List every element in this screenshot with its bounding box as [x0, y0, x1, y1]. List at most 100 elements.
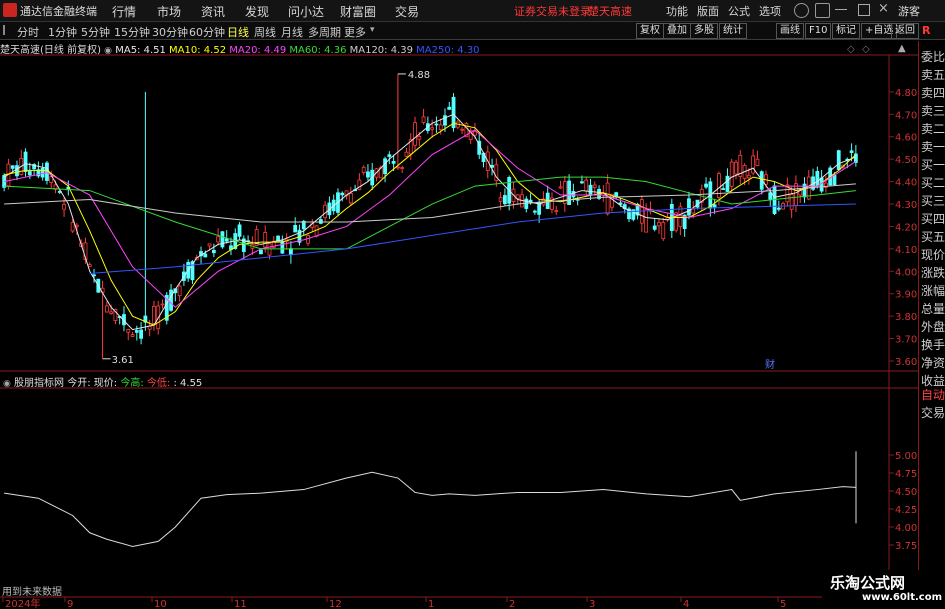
sidebar-item-4[interactable]: 卖二: [921, 120, 945, 137]
candle-body: [318, 219, 323, 224]
price-tick-label: 3.70: [895, 335, 917, 346]
candle-body: [691, 208, 696, 214]
candle-body: [383, 158, 387, 175]
candle-body: [366, 171, 370, 178]
candle-body: [104, 305, 109, 313]
candle-body: [134, 330, 139, 333]
x-tick-label: 11: [234, 599, 247, 609]
candle-body: [849, 150, 854, 153]
candle-body: [528, 199, 533, 203]
candle-body: [177, 285, 182, 297]
candle-body: [220, 231, 225, 248]
candle-body: [588, 184, 593, 196]
sidebar-item-17[interactable]: 净资: [921, 354, 945, 371]
sub-field-2: 今高:: [120, 378, 147, 389]
candle-body: [224, 238, 229, 242]
candle-body: [15, 165, 19, 177]
ma5-line: [3, 113, 857, 331]
candle-body: [130, 334, 135, 337]
sidebar-item-5[interactable]: 卖一: [921, 138, 945, 155]
sidebar-item-0[interactable]: 委比: [921, 48, 945, 65]
watermark-url: www.60lt.com: [862, 592, 943, 603]
sidebar-item-11[interactable]: 现价: [921, 246, 945, 263]
candle-body: [815, 171, 820, 186]
candle-body: [434, 123, 439, 126]
sub-tick-label: 4.75: [895, 469, 917, 480]
sidebar-item-14[interactable]: 总量: [921, 300, 945, 317]
candle-body: [746, 174, 751, 179]
candle-body: [237, 224, 242, 237]
sub-settings-icon[interactable]: ◉: [3, 379, 11, 389]
kline-chart[interactable]: 4.88 3.61 财 4.80 4.70 4.60 4.50 4.40 4.30 4.20 4.…: [0, 0, 918, 609]
price-tick-label: 4.40: [895, 178, 917, 189]
candle-body: [323, 204, 328, 219]
price-tick-label: 4.10: [895, 245, 917, 256]
price-tick-label: 4.50: [895, 155, 917, 166]
x-tick-label: 1: [428, 599, 434, 609]
sub-tick-label: 5.00: [895, 451, 917, 462]
sidebar-item-1[interactable]: 卖五: [921, 66, 945, 83]
price-tick-label: 3.60: [895, 357, 917, 368]
candle-body: [580, 181, 584, 184]
x-tick-label: 10: [154, 599, 167, 609]
x-tick-label: 9: [67, 599, 73, 609]
sidebar-item-3[interactable]: 卖三: [921, 102, 945, 119]
candle-body: [460, 128, 465, 131]
sidebar-item-2[interactable]: 卖四: [921, 84, 945, 101]
candle-body: [400, 167, 405, 170]
sidebar-item-6[interactable]: 买一: [921, 156, 945, 173]
price-tick-label: 4.70: [895, 110, 917, 121]
sidebar-item-7[interactable]: 买二: [921, 174, 945, 191]
sidebar-item-15[interactable]: 外盘: [921, 318, 945, 335]
price-tick-label: 4.30: [895, 200, 917, 211]
candle-body: [687, 198, 691, 216]
sidebar-item-10[interactable]: 买五: [921, 228, 945, 245]
finance-event-marker[interactable]: 财: [765, 358, 775, 371]
candle-body: [421, 116, 426, 123]
candle-body: [721, 188, 726, 191]
sub-field-4: : 4.55: [173, 378, 203, 389]
sidebar-bottom-0[interactable]: 自动: [921, 386, 945, 403]
sidebar-bottom-1[interactable]: 交易: [921, 404, 945, 421]
candle-body: [554, 210, 559, 213]
candle-body: [836, 150, 841, 170]
candle-body: [23, 151, 28, 172]
candle-body: [661, 222, 666, 240]
sidebar-item-9[interactable]: 买四: [921, 210, 945, 227]
candle-body: [755, 158, 760, 166]
price-tick-label: 4.20: [895, 222, 917, 233]
sub-field-3: 今低:: [146, 378, 174, 389]
x-tick-label: 12: [329, 599, 342, 609]
price-tick-label: 3.80: [895, 312, 917, 323]
sub-tick-label: 4.00: [895, 523, 917, 534]
sidebar-item-12[interactable]: 涨跌: [921, 264, 945, 281]
x-tick-label: 2: [509, 599, 515, 609]
candle-body: [704, 183, 708, 188]
candle-body: [92, 274, 96, 277]
candle-body: [169, 289, 173, 311]
candle-body: [216, 236, 221, 243]
ma20-line: [4, 129, 857, 308]
sidebar-item-8[interactable]: 买三: [921, 192, 945, 209]
candle-body: [27, 171, 32, 176]
sidebar-item-16[interactable]: 换手: [921, 336, 945, 353]
candle-body: [430, 127, 435, 130]
sidebar-item-13[interactable]: 涨幅: [921, 282, 945, 299]
candle-body: [473, 131, 477, 136]
future-data-note: 用到未来数据: [2, 587, 62, 598]
candle-body: [87, 264, 92, 267]
candle-body: [447, 106, 452, 110]
x-tick-label: 2024年: [5, 597, 40, 609]
candle-body: [70, 222, 75, 232]
candle-body: [387, 154, 392, 157]
candle-body: [498, 197, 503, 202]
sub-field-1: 现价:: [93, 378, 121, 389]
candle-body: [417, 136, 422, 140]
candle-body: [340, 192, 345, 196]
ma10-line: [4, 122, 857, 326]
price-tick-label: 4.60: [895, 133, 917, 144]
candle-body: [832, 174, 837, 186]
sub-tick-label: 3.75: [895, 541, 917, 552]
candle-body: [109, 311, 114, 314]
x-tick-label: 3: [589, 599, 595, 609]
